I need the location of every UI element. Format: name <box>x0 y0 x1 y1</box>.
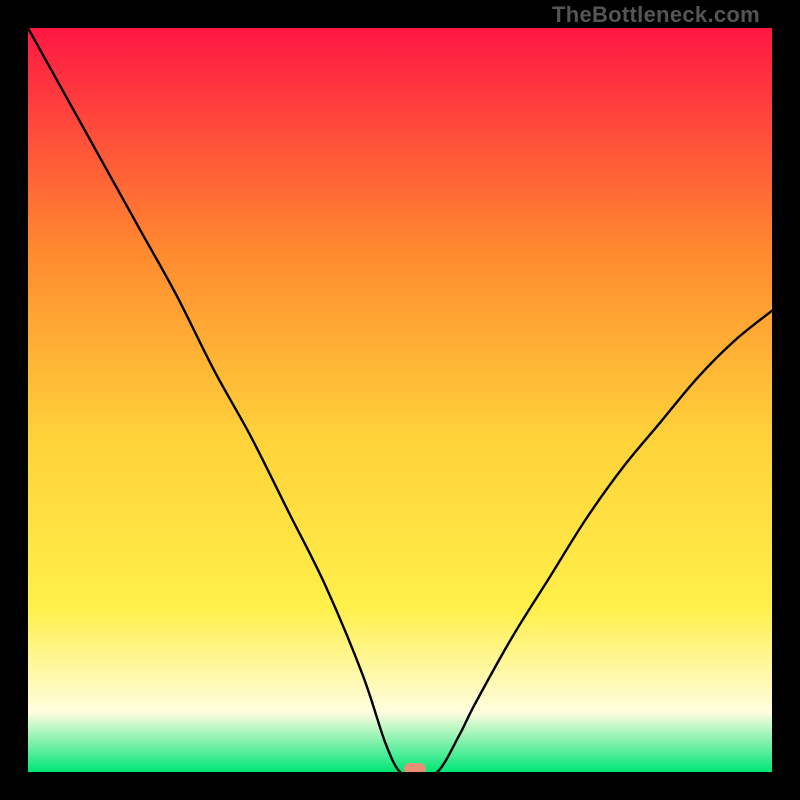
gradient-background <box>28 28 772 772</box>
chart-svg <box>28 28 772 772</box>
plot-area <box>28 28 772 772</box>
minimum-marker <box>404 763 426 772</box>
chart-frame: TheBottleneck.com <box>0 0 800 800</box>
watermark-text: TheBottleneck.com <box>552 2 760 28</box>
